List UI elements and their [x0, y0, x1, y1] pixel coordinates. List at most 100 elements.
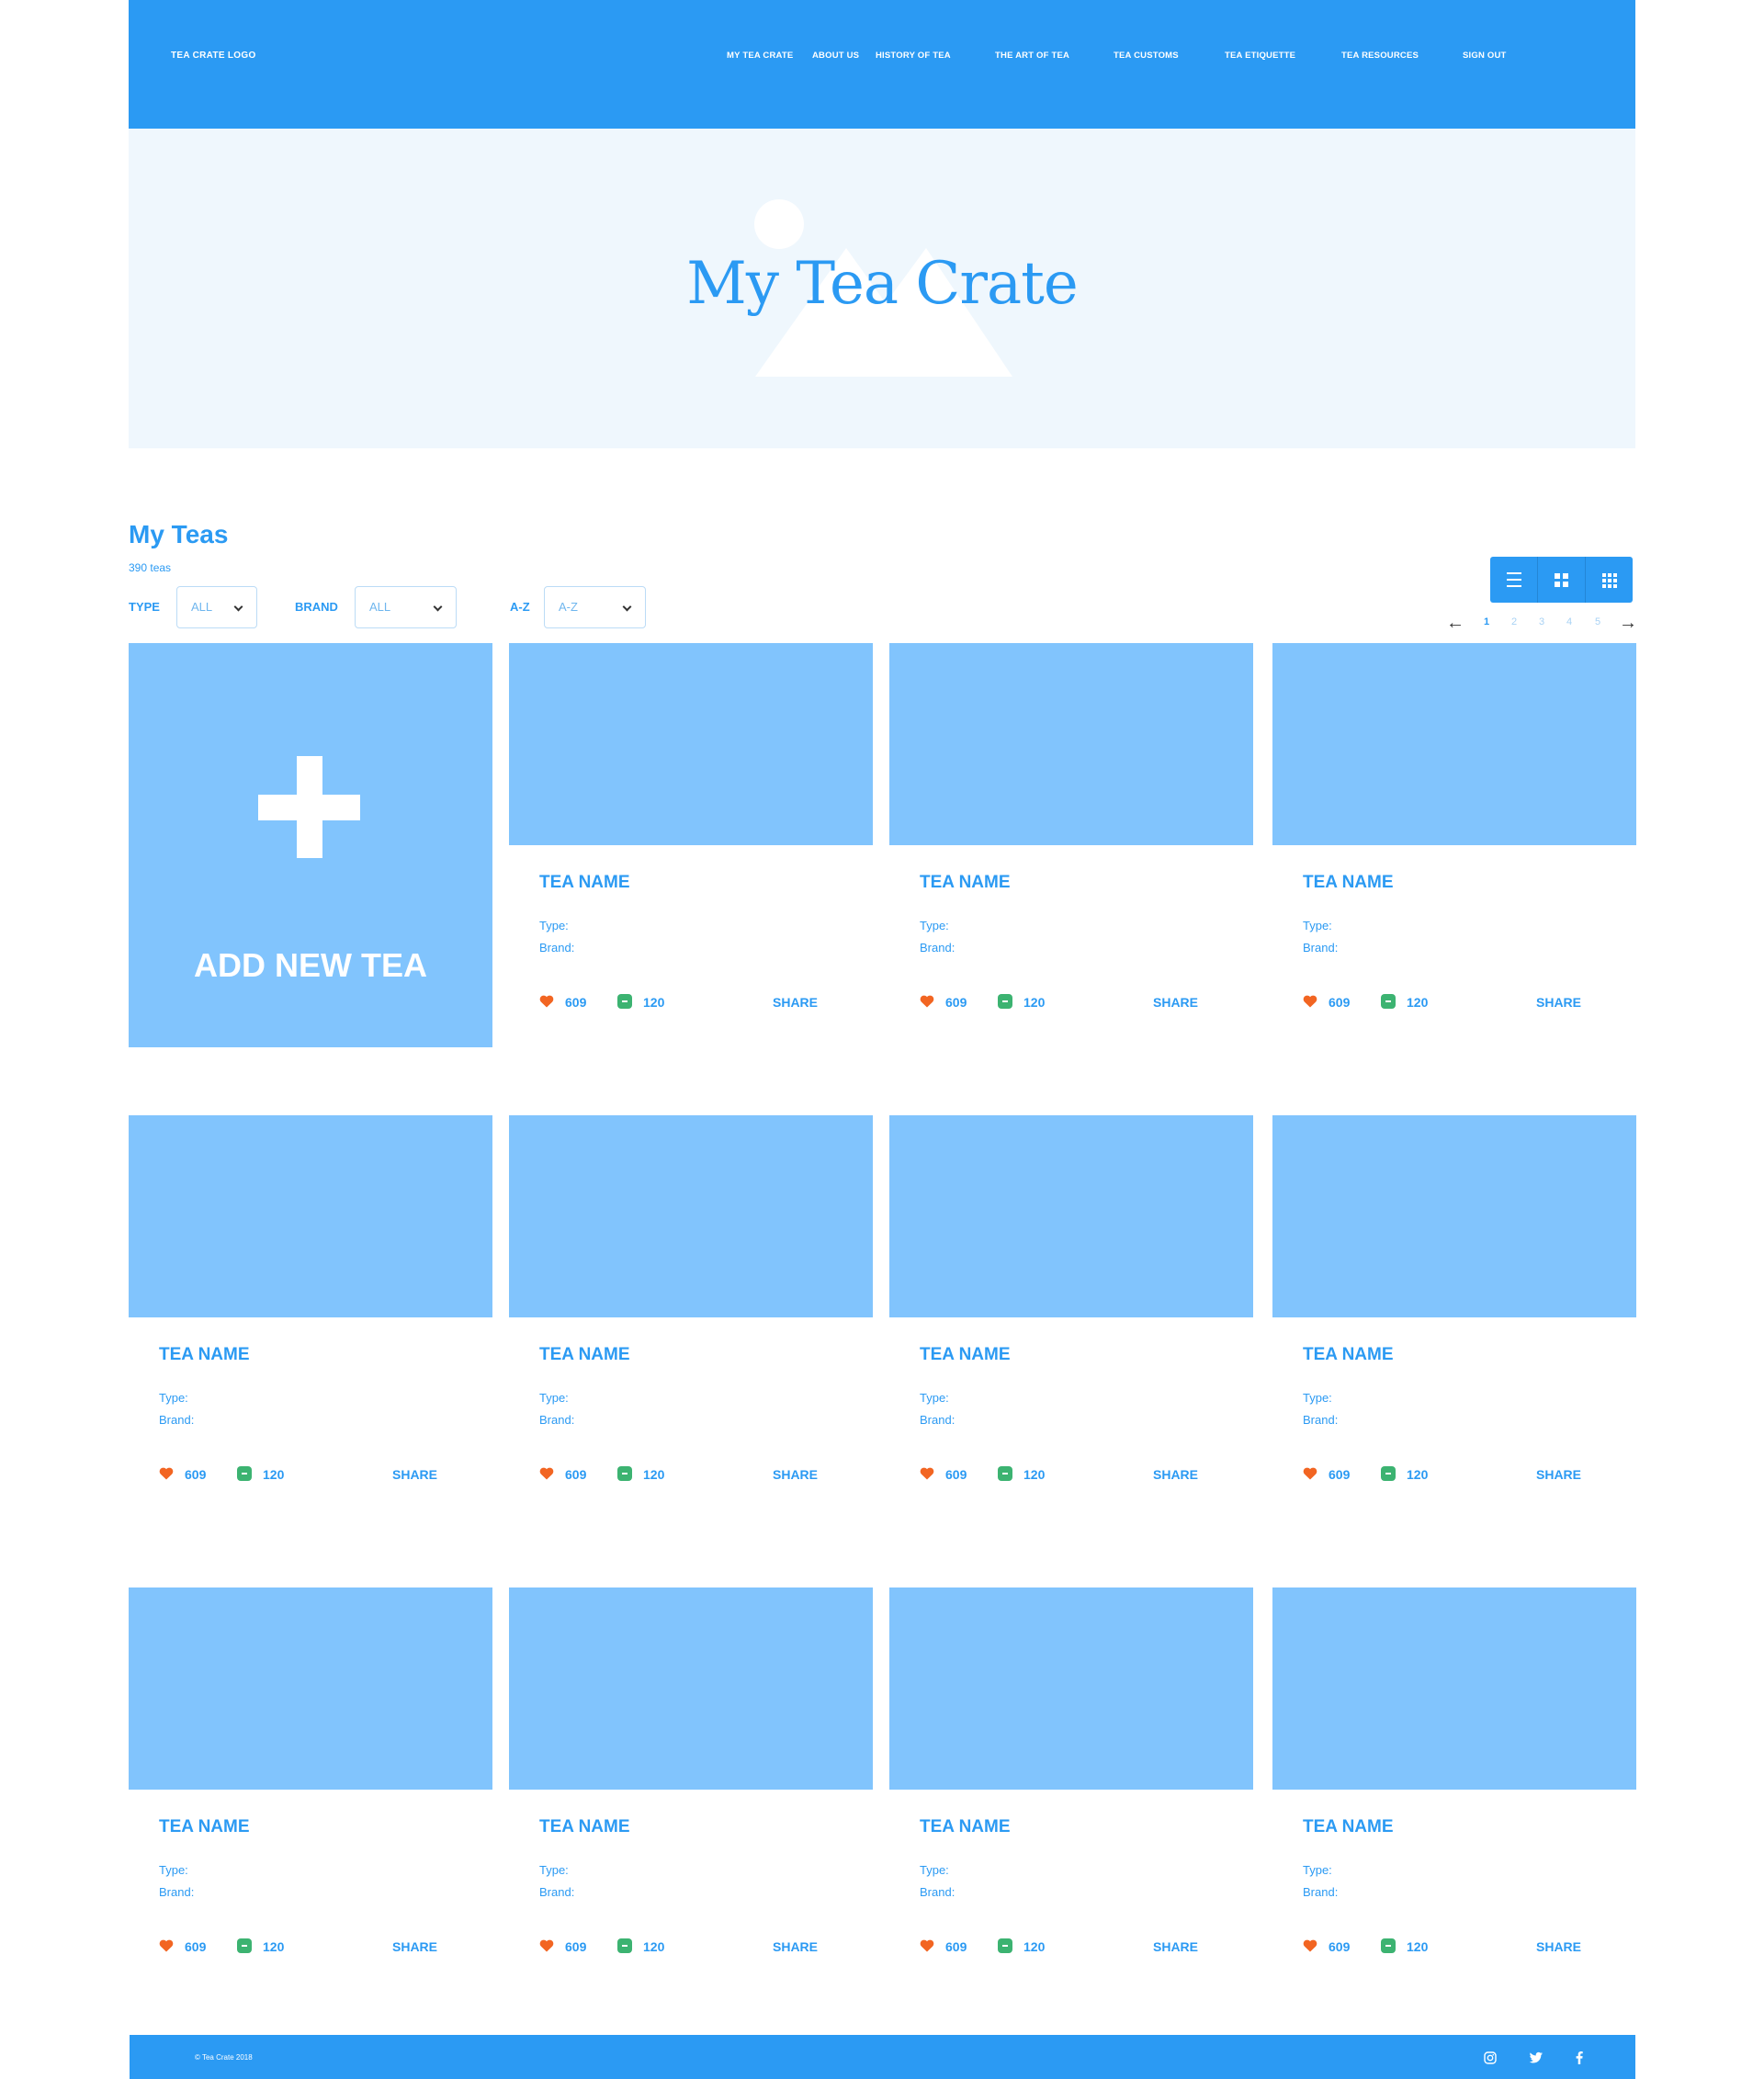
tea-type-label: Type:	[920, 919, 949, 932]
tea-image[interactable]	[889, 643, 1253, 845]
tea-name[interactable]: TEA NAME	[159, 1817, 250, 1837]
share-button[interactable]: SHARE	[392, 1939, 437, 1954]
tea-image[interactable]	[129, 1115, 492, 1317]
tea-card[interactable]: TEA NAME Type: Brand: 609 120 SHARE	[509, 643, 873, 1047]
share-button[interactable]: SHARE	[1153, 1467, 1198, 1482]
facebook-icon[interactable]	[1576, 2051, 1583, 2064]
comments-count: 120	[263, 1467, 285, 1482]
share-button[interactable]: SHARE	[1536, 1467, 1581, 1482]
likes-count: 609	[945, 995, 967, 1010]
tea-card[interactable]: TEA NAME Type: Brand: 609 120 SHARE	[1272, 643, 1636, 1047]
heart-icon	[1303, 1467, 1317, 1480]
nav-history-of-tea[interactable]: HISTORY OF TEA	[876, 51, 951, 61]
page-2[interactable]: 2	[1511, 616, 1517, 627]
comments-count: 120	[1023, 1467, 1046, 1482]
tea-name[interactable]: TEA NAME	[1303, 873, 1394, 893]
page-1[interactable]: 1	[1484, 616, 1489, 627]
tea-name[interactable]: TEA NAME	[539, 873, 630, 893]
share-button[interactable]: SHARE	[1153, 1939, 1198, 1954]
tea-image[interactable]	[509, 1587, 873, 1790]
share-button[interactable]: SHARE	[773, 1467, 818, 1482]
page-5[interactable]: 5	[1595, 616, 1600, 627]
comment-icon	[237, 1466, 252, 1481]
tea-name[interactable]: TEA NAME	[920, 1345, 1011, 1365]
arrow-left-icon[interactable]: ←	[1446, 614, 1464, 632]
likes-count: 609	[945, 1939, 967, 1954]
tea-card[interactable]: TEA NAME Type: Brand: 609 120 SHARE	[889, 1587, 1253, 1992]
grid-small-view-button[interactable]	[1586, 557, 1633, 603]
share-button[interactable]: SHARE	[1536, 1939, 1581, 1954]
comments-count: 120	[1023, 995, 1046, 1010]
tea-image[interactable]	[889, 1587, 1253, 1790]
arrow-right-icon[interactable]: →	[1619, 614, 1637, 632]
tea-type-label: Type:	[920, 1863, 949, 1877]
tea-card[interactable]: TEA NAME Type: Brand: 609 120 SHARE	[129, 1115, 492, 1520]
likes-count: 609	[1329, 995, 1351, 1010]
nav-tea-customs[interactable]: TEA CUSTOMS	[1114, 51, 1179, 61]
tea-card[interactable]: TEA NAME Type: Brand: 609 120 SHARE	[129, 1587, 492, 1992]
instagram-icon[interactable]	[1484, 2051, 1497, 2064]
share-button[interactable]: SHARE	[1153, 995, 1198, 1010]
pagination: ← 1 2 3 4 5 →	[1442, 614, 1637, 632]
tea-image[interactable]	[509, 643, 873, 845]
tea-name[interactable]: TEA NAME	[539, 1817, 630, 1837]
tea-brand-label: Brand:	[1303, 941, 1339, 955]
list-view-button[interactable]	[1490, 557, 1538, 603]
nav-about-us[interactable]: ABOUT US	[812, 51, 859, 61]
sort-filter-select[interactable]: A-Z	[544, 586, 646, 628]
grid-small-icon	[1602, 573, 1617, 588]
type-filter-select[interactable]: ALL	[176, 586, 257, 628]
share-button[interactable]: SHARE	[773, 1939, 818, 1954]
add-new-tea-card[interactable]: ADD NEW TEA	[129, 643, 492, 1047]
section-title: My Teas	[129, 520, 229, 548]
tea-card[interactable]: TEA NAME Type: Brand: 609 120 SHARE	[1272, 1587, 1636, 1992]
brand-filter-select[interactable]: ALL	[355, 586, 457, 628]
heart-icon	[159, 1467, 174, 1480]
site-logo[interactable]: TEA CRATE LOGO	[171, 51, 256, 61]
comment-icon	[1381, 1466, 1396, 1481]
comments-count: 120	[1407, 1939, 1429, 1954]
share-button[interactable]: SHARE	[1536, 995, 1581, 1010]
tea-card[interactable]: TEA NAME Type: Brand: 609 120 SHARE	[889, 643, 1253, 1047]
tea-image[interactable]	[1272, 643, 1636, 845]
comments-count: 120	[1023, 1939, 1046, 1954]
tea-type-label: Type:	[159, 1391, 188, 1405]
tea-type-label: Type:	[1303, 919, 1332, 932]
tea-image[interactable]	[1272, 1115, 1636, 1317]
tea-image[interactable]	[509, 1115, 873, 1317]
tea-type-label: Type:	[1303, 1863, 1332, 1877]
tea-name[interactable]: TEA NAME	[920, 1817, 1011, 1837]
tea-card[interactable]: TEA NAME Type: Brand: 609 120 SHARE	[1272, 1115, 1636, 1520]
share-button[interactable]: SHARE	[773, 995, 818, 1010]
tea-image[interactable]	[1272, 1587, 1636, 1790]
nav-my-tea-crate[interactable]: MY TEA CRATE	[727, 51, 793, 61]
nav-tea-resources[interactable]: TEA RESOURCES	[1341, 51, 1419, 61]
tea-name[interactable]: TEA NAME	[539, 1345, 630, 1365]
heart-icon	[920, 1939, 934, 1952]
comment-icon	[237, 1938, 252, 1953]
page-3[interactable]: 3	[1539, 616, 1544, 627]
twitter-icon[interactable]	[1529, 2051, 1544, 2064]
share-button[interactable]: SHARE	[392, 1467, 437, 1482]
tea-card[interactable]: TEA NAME Type: Brand: 609 120 SHARE	[509, 1115, 873, 1520]
tea-card[interactable]: TEA NAME Type: Brand: 609 120 SHARE	[889, 1115, 1253, 1520]
type-filter-label: TYPE	[129, 600, 160, 614]
comments-count: 120	[643, 1467, 665, 1482]
site-header: TEA CRATE LOGO MY TEA CRATE ABOUT US HIS…	[129, 0, 1635, 129]
tea-name[interactable]: TEA NAME	[1303, 1345, 1394, 1365]
brand-filter-label: BRAND	[295, 600, 338, 614]
tea-count: 390 teas	[129, 561, 172, 574]
tea-name[interactable]: TEA NAME	[1303, 1817, 1394, 1837]
tea-card[interactable]: TEA NAME Type: Brand: 609 120 SHARE	[509, 1587, 873, 1992]
heart-icon	[920, 1467, 934, 1480]
tea-name[interactable]: TEA NAME	[159, 1345, 250, 1365]
nav-art-of-tea[interactable]: THE ART OF TEA	[995, 51, 1069, 61]
tea-image[interactable]	[889, 1115, 1253, 1317]
grid-large-view-button[interactable]	[1538, 557, 1586, 603]
nav-tea-etiquette[interactable]: TEA ETIQUETTE	[1225, 51, 1295, 61]
tea-name[interactable]: TEA NAME	[920, 873, 1011, 893]
page-4[interactable]: 4	[1566, 616, 1572, 627]
comments-count: 120	[643, 995, 665, 1010]
nav-sign-out[interactable]: SIGN OUT	[1463, 51, 1507, 61]
tea-image[interactable]	[129, 1587, 492, 1790]
